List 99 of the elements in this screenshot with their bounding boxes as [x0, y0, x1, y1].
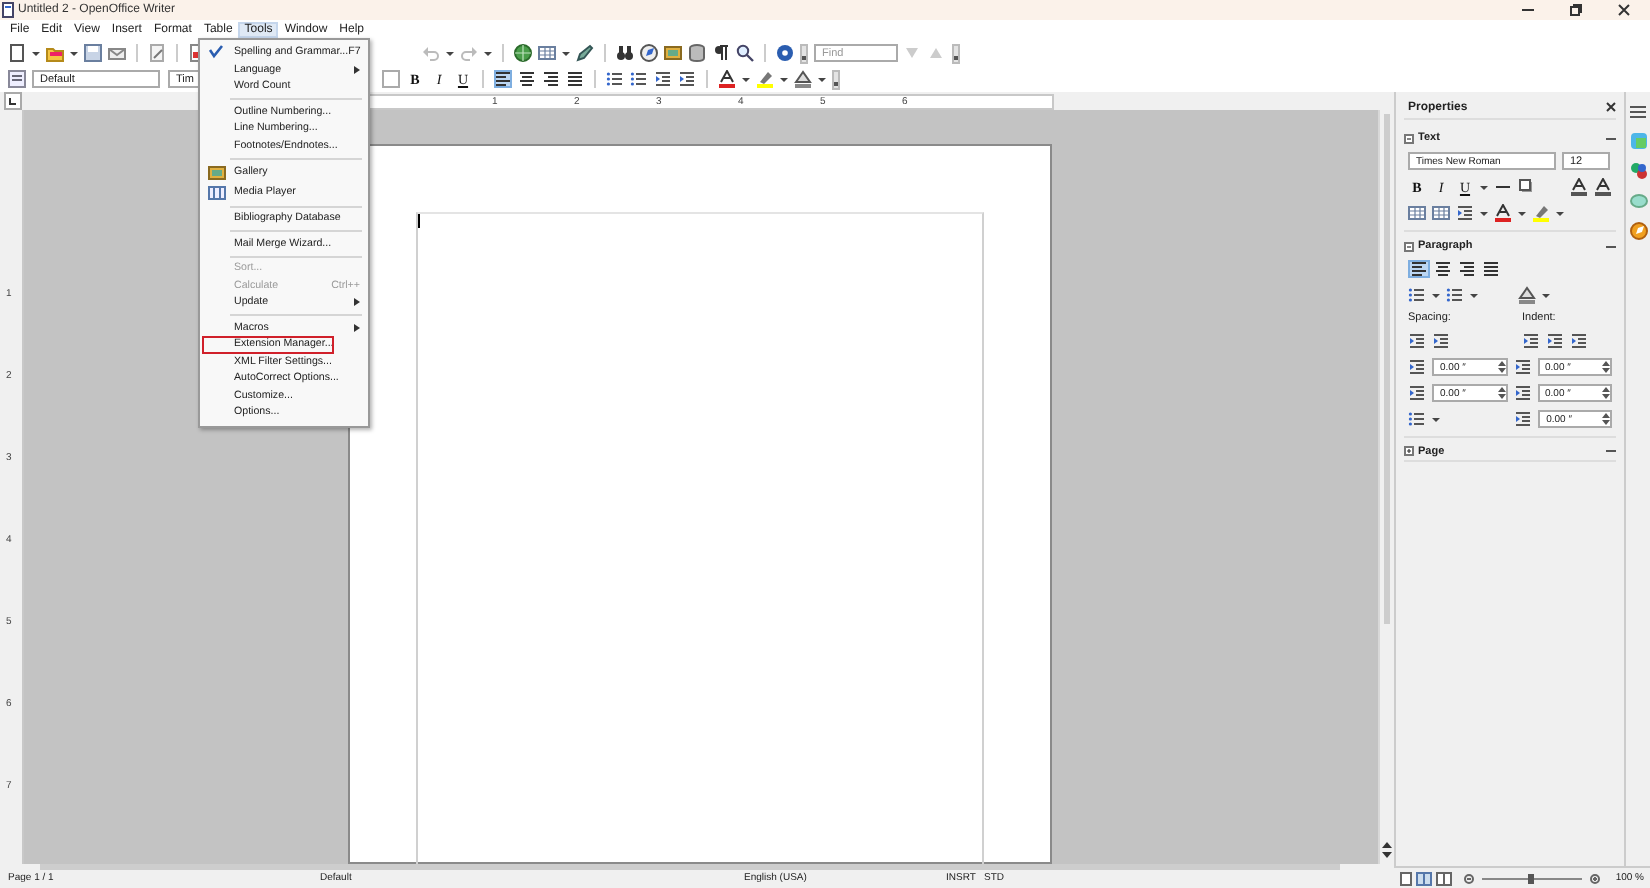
dropdown-caret-icon[interactable]	[1432, 416, 1440, 422]
align-left-icon[interactable]	[1410, 260, 1428, 278]
more-options-icon[interactable]	[1606, 135, 1616, 141]
gallery-icon	[208, 163, 226, 181]
spellcheck-icon	[208, 43, 226, 62]
dropdown-caret-icon[interactable]	[1518, 210, 1526, 216]
font-size-field[interactable]	[382, 70, 400, 88]
dropdown-caret-icon[interactable]	[1480, 210, 1488, 216]
align-right-icon[interactable]	[542, 70, 560, 88]
dropdown-caret-icon[interactable]	[32, 50, 40, 56]
submenu-arrow-icon	[354, 298, 360, 307]
highlighter-icon[interactable]	[1532, 204, 1550, 222]
compass-icon[interactable]	[640, 44, 658, 62]
submenu-arrow-icon	[354, 323, 360, 332]
before-indent-icon[interactable]	[1513, 358, 1531, 376]
dropdown-caret-icon[interactable]	[742, 76, 750, 82]
highlighter-icon[interactable]	[756, 70, 774, 88]
bulleted-list-icon[interactable]	[630, 70, 648, 88]
help-icon[interactable]	[776, 44, 794, 62]
close-icon[interactable]	[1606, 102, 1616, 112]
table-icon[interactable]	[538, 44, 556, 62]
horizontal-scrollbar[interactable]	[0, 864, 1394, 870]
book-view-icon[interactable]	[1435, 871, 1452, 885]
new-document-icon[interactable]	[8, 44, 26, 62]
zoom-out-icon[interactable]	[1463, 873, 1474, 883]
text-cursor	[418, 214, 420, 228]
minimize-icon[interactable]	[1522, 4, 1534, 16]
navigator-tab-icon[interactable]	[1629, 222, 1647, 240]
formatting-marks-icon[interactable]	[712, 44, 730, 62]
dropdown-caret-icon[interactable]	[1470, 292, 1478, 298]
styles-tab-icon[interactable]	[1629, 162, 1647, 180]
next-page-icon[interactable]	[1382, 850, 1392, 860]
toolbar-handle-icon[interactable]	[832, 69, 840, 89]
spin-arrows-icon[interactable]	[1602, 360, 1610, 374]
dropdown-caret-icon[interactable]	[70, 50, 78, 56]
collapse-icon[interactable]	[1404, 133, 1414, 143]
zoom-icon[interactable]	[736, 44, 754, 62]
spin-arrows-icon[interactable]	[1602, 386, 1610, 400]
align-right-icon[interactable]	[1458, 260, 1476, 278]
increase-indent-icon[interactable]	[678, 70, 696, 88]
email-icon[interactable]	[108, 44, 126, 62]
paragraph-style-icon[interactable]	[8, 70, 26, 88]
spin-arrows-icon[interactable]	[1497, 360, 1505, 374]
pen-icon[interactable]	[576, 44, 594, 62]
numbered-list-icon[interactable]	[1446, 286, 1464, 304]
more-options-icon[interactable]	[1606, 448, 1616, 454]
menu-icon[interactable]	[1630, 104, 1646, 120]
align-center-icon[interactable]	[518, 70, 536, 88]
multi-page-view-icon[interactable]	[1415, 871, 1432, 885]
spin-arrows-icon[interactable]	[1497, 386, 1505, 400]
collapse-icon[interactable]	[1404, 241, 1414, 251]
save-icon[interactable]	[84, 44, 102, 62]
font-color-icon[interactable]	[1494, 204, 1512, 222]
single-page-view-icon[interactable]	[1399, 871, 1412, 885]
folder-icon[interactable]	[46, 44, 64, 62]
binoculars-icon[interactable]	[616, 44, 634, 62]
previous-page-icon[interactable]	[1382, 840, 1392, 850]
after-indent-icon[interactable]	[1513, 384, 1531, 402]
vertical-scrollbar[interactable]	[1378, 110, 1394, 864]
toolbar-handle-icon[interactable]	[952, 43, 960, 63]
close-icon[interactable]	[1618, 4, 1630, 16]
dropdown-caret-icon[interactable]	[780, 76, 788, 82]
dropdown-caret-icon[interactable]	[1432, 292, 1440, 298]
tab-stop-icon[interactable]	[4, 92, 22, 110]
dropdown-caret-icon[interactable]	[1480, 184, 1488, 190]
increase-indent-icon[interactable]	[1522, 332, 1540, 350]
submenu-arrow-icon	[354, 65, 360, 74]
paragraph-background-icon[interactable]	[1518, 286, 1536, 304]
expand-icon[interactable]	[1404, 446, 1414, 456]
film-icon	[208, 183, 226, 201]
database-icon[interactable]	[688, 44, 706, 62]
shadow-icon[interactable]	[1518, 178, 1536, 196]
increase-font-icon[interactable]	[1570, 178, 1588, 196]
spin-arrows-icon[interactable]	[1602, 412, 1610, 426]
dropdown-caret-icon[interactable]	[1542, 292, 1550, 298]
more-options-icon[interactable]	[1606, 243, 1616, 249]
bulleted-list-icon[interactable]	[1408, 286, 1426, 304]
align-left-icon[interactable]	[494, 70, 512, 88]
globe-icon[interactable]	[514, 44, 532, 62]
dropdown-caret-icon[interactable]	[1556, 210, 1564, 216]
justify-icon[interactable]	[566, 70, 584, 88]
dropdown-caret-icon[interactable]	[562, 50, 570, 56]
gallery-icon[interactable]	[664, 44, 682, 62]
dropdown-caret-icon[interactable]	[484, 50, 492, 56]
justify-icon[interactable]	[1482, 260, 1500, 278]
font-color-icon[interactable]	[718, 70, 736, 88]
align-center-icon[interactable]	[1434, 260, 1452, 278]
decrease-font-icon[interactable]	[1594, 178, 1612, 196]
edit-document-icon[interactable]	[148, 44, 166, 62]
decrease-indent-icon[interactable]	[1546, 332, 1564, 350]
hanging-indent-icon[interactable]	[1570, 332, 1588, 350]
numbered-list-icon[interactable]	[606, 70, 624, 88]
first-line-indent-icon[interactable]	[1514, 410, 1533, 428]
maximize-icon[interactable]	[1570, 4, 1582, 16]
dropdown-caret-icon[interactable]	[818, 76, 826, 82]
dropdown-caret-icon[interactable]	[446, 50, 454, 56]
zoom-in-icon[interactable]	[1589, 873, 1600, 883]
decrease-indent-icon[interactable]	[654, 70, 672, 88]
toolbar-handle-icon[interactable]	[800, 43, 808, 63]
